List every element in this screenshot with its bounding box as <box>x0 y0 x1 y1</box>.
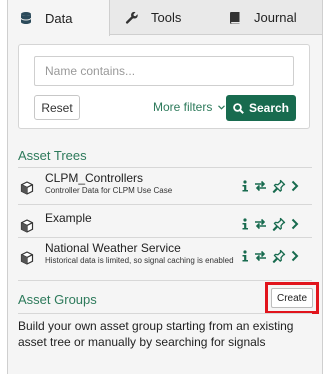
create-asset-group-button[interactable]: Create <box>271 288 313 308</box>
more-filters-link[interactable]: More filters <box>153 100 225 114</box>
search-button-label: Search <box>248 101 290 115</box>
asset-tree-name: National Weather Service <box>45 241 181 255</box>
tab-tools-label: Tools <box>151 10 182 25</box>
tab-data-label: Data <box>45 10 73 26</box>
swap-icon[interactable] <box>254 250 267 262</box>
asset-trees-bottom-divider <box>18 280 312 281</box>
chevron-right-icon[interactable] <box>291 218 299 230</box>
pin-icon[interactable] <box>272 179 286 193</box>
cube-icon <box>20 251 34 265</box>
search-box: Reset More filters Search <box>18 44 310 129</box>
asset-tree-actions <box>241 249 299 263</box>
data-panel: Data Tools Journal Reset More filters Se… <box>7 0 323 374</box>
search-button[interactable]: Search <box>226 95 296 121</box>
name-contains-input[interactable] <box>34 56 294 86</box>
info-icon[interactable] <box>241 218 249 230</box>
asset-tree-item[interactable]: CLPM_Controllers Controller Data for CLP… <box>8 170 322 204</box>
asset-trees-title: Asset Trees <box>18 148 87 163</box>
pin-icon[interactable] <box>272 217 286 231</box>
swap-icon[interactable] <box>254 218 267 230</box>
chevron-right-icon[interactable] <box>291 250 299 262</box>
asset-tree-name: CLPM_Controllers <box>45 171 144 185</box>
asset-groups-title: Asset Groups <box>18 292 97 307</box>
asset-tree-divider <box>18 204 312 205</box>
cube-icon <box>20 181 34 195</box>
tab-journal-label: Journal <box>254 10 297 25</box>
asset-tree-description: Historical data is limited, so signal ca… <box>45 256 234 265</box>
info-icon[interactable] <box>241 250 249 262</box>
tab-journal[interactable]: Journal <box>228 0 322 35</box>
asset-trees-divider <box>18 167 312 168</box>
tab-data[interactable]: Data <box>8 0 110 36</box>
tab-tools[interactable]: Tools <box>125 0 220 35</box>
create-highlight: Create <box>265 282 319 314</box>
cube-icon <box>20 219 34 233</box>
pin-icon[interactable] <box>272 249 286 263</box>
asset-tree-description: Controller Data for CLPM Use Case <box>45 186 173 195</box>
more-filters-label: More filters <box>153 100 213 114</box>
asset-tree-name: Example <box>45 211 92 225</box>
reset-button[interactable]: Reset <box>34 95 80 120</box>
asset-tree-actions <box>241 217 299 231</box>
database-icon <box>19 11 33 25</box>
chevron-down-icon <box>217 105 225 110</box>
book-icon <box>228 11 242 25</box>
asset-tree-actions <box>241 179 299 193</box>
asset-groups-description: Build your own asset group starting from… <box>18 319 294 349</box>
wrench-icon <box>125 11 139 25</box>
info-icon[interactable] <box>241 180 249 192</box>
tab-bar: Data Tools Journal <box>8 0 322 36</box>
asset-tree-item[interactable]: National Weather Service Historical data… <box>8 240 322 274</box>
search-icon <box>233 102 244 114</box>
swap-icon[interactable] <box>254 180 267 192</box>
asset-tree-divider <box>18 237 312 238</box>
asset-groups-divider <box>18 313 312 314</box>
chevron-right-icon[interactable] <box>291 180 299 192</box>
